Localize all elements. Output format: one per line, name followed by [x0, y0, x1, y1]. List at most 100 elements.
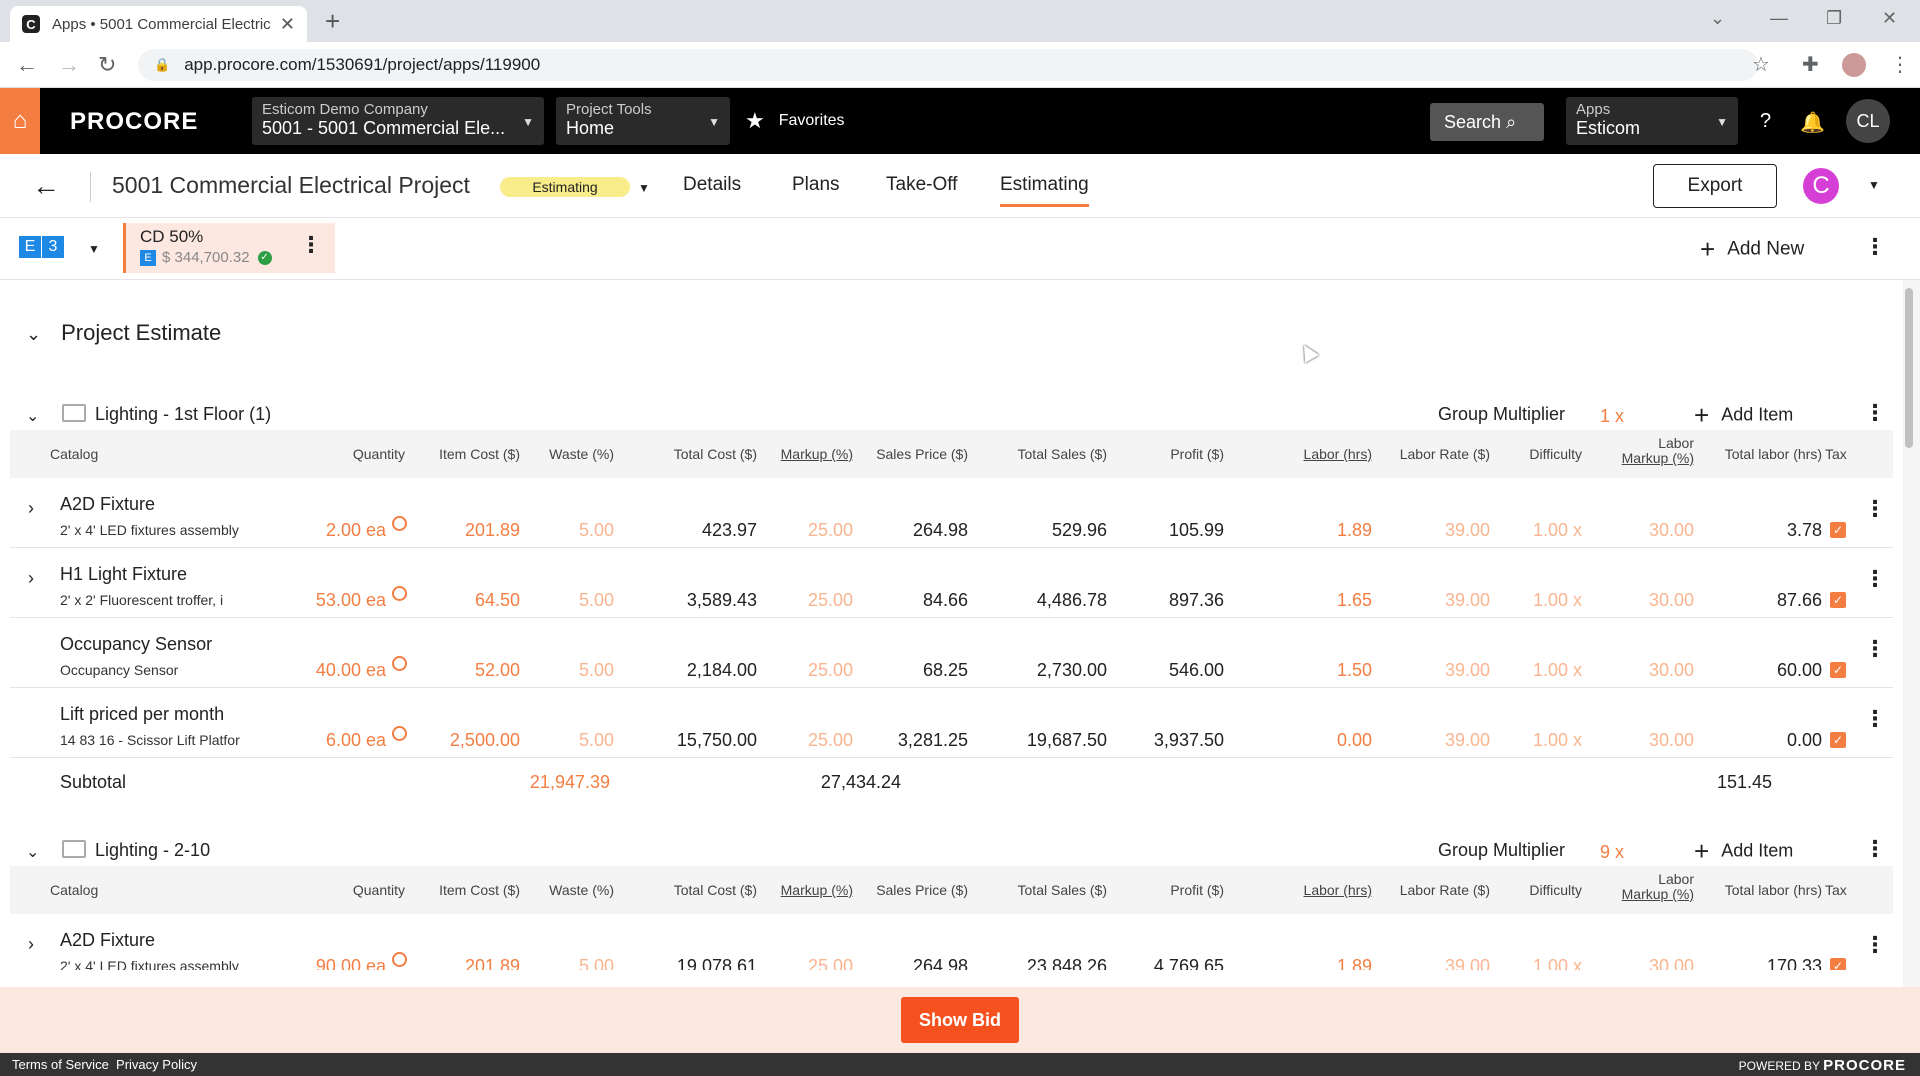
item-item-cost[interactable]: 64.50: [475, 590, 520, 611]
row-more-icon[interactable]: ⋮: [1864, 932, 1886, 958]
collapse-chevron-icon[interactable]: ⌄: [26, 842, 39, 862]
item-quantity[interactable]: 40.00 ea: [316, 656, 407, 681]
chevron-down-icon[interactable]: ▼: [1868, 178, 1880, 192]
export-button[interactable]: Export: [1653, 164, 1777, 208]
item-labor-markup[interactable]: 30.00: [1649, 660, 1694, 681]
takeoff-link-icon[interactable]: [392, 726, 407, 741]
extensions-icon[interactable]: ✚: [1802, 52, 1819, 77]
notifications-bell-icon[interactable]: 🔔: [1800, 110, 1825, 135]
item-difficulty[interactable]: 1.00 x: [1533, 520, 1582, 541]
item-markup[interactable]: 25.00: [808, 730, 853, 751]
back-nav-icon[interactable]: ←: [16, 52, 38, 78]
reload-icon[interactable]: ↻: [98, 52, 116, 78]
row-more-icon[interactable]: ⋮: [1864, 566, 1886, 592]
group-more-icon[interactable]: ⋮: [1864, 836, 1886, 862]
close-tab-icon[interactable]: ✕: [280, 14, 295, 35]
search-button[interactable]: Search ⌕: [1430, 103, 1544, 141]
restore-icon[interactable]: ❐: [1826, 8, 1842, 29]
item-waste[interactable]: 5.00: [579, 956, 614, 970]
item-labor[interactable]: 1.89: [1337, 956, 1372, 970]
item-difficulty[interactable]: 1.00 x: [1533, 956, 1582, 970]
item-labor-rate[interactable]: 39.00: [1445, 590, 1490, 611]
row-more-icon[interactable]: ⋮: [1864, 496, 1886, 522]
item-difficulty[interactable]: 1.00 x: [1533, 590, 1582, 611]
show-bid-button[interactable]: Show Bid: [901, 997, 1019, 1043]
group-more-icon[interactable]: ⋮: [1864, 400, 1886, 426]
item-item-cost[interactable]: 2,500.00: [450, 730, 520, 751]
app-logo-icon[interactable]: C: [1803, 168, 1839, 204]
profile-menu-icon[interactable]: ⌄: [1710, 8, 1725, 29]
item-waste[interactable]: 5.00: [579, 730, 614, 751]
back-arrow-icon[interactable]: ←: [32, 170, 60, 202]
chrome-menu-icon[interactable]: ⋮: [1890, 52, 1910, 77]
item-labor-rate[interactable]: 39.00: [1445, 956, 1490, 970]
expand-chevron-icon[interactable]: ›: [28, 934, 34, 955]
item-labor-markup[interactable]: 30.00: [1649, 590, 1694, 611]
toolbar-more-icon[interactable]: ⋮: [1864, 234, 1886, 260]
close-window-icon[interactable]: ✕: [1882, 8, 1897, 29]
item-labor[interactable]: 1.65: [1337, 590, 1372, 611]
item-waste[interactable]: 5.00: [579, 660, 614, 681]
status-chevron-down-icon[interactable]: ▼: [638, 181, 650, 195]
group-multiplier-value[interactable]: 1 x: [1600, 406, 1624, 427]
item-quantity[interactable]: 53.00 ea: [316, 586, 407, 611]
item-quantity[interactable]: 90.00 ea: [316, 952, 407, 970]
expand-chevron-icon[interactable]: ›: [28, 498, 34, 519]
table-row[interactable]: Lift priced per month 14 83 16 - Scissor …: [10, 688, 1893, 758]
item-labor-markup[interactable]: 30.00: [1649, 956, 1694, 970]
user-avatar[interactable]: CL: [1846, 99, 1890, 143]
table-row[interactable]: Occupancy Sensor Occupancy Sensor 40.00 ea…: [10, 618, 1893, 688]
row-more-icon[interactable]: ⋮: [1864, 636, 1886, 662]
item-difficulty[interactable]: 1.00 x: [1533, 730, 1582, 751]
chevron-down-icon[interactable]: ▼: [88, 242, 100, 256]
item-waste[interactable]: 5.00: [579, 520, 614, 541]
add-item-button[interactable]: + Add Item: [1694, 400, 1793, 431]
tax-checkbox[interactable]: ✓: [1830, 958, 1846, 970]
tab-take-off[interactable]: Take-Off: [886, 174, 957, 196]
item-item-cost[interactable]: 52.00: [475, 660, 520, 681]
item-labor-markup[interactable]: 30.00: [1649, 520, 1694, 541]
row-more-icon[interactable]: ⋮: [1864, 706, 1886, 732]
terms-link[interactable]: Terms of Service: [12, 1057, 109, 1072]
estimate-more-icon[interactable]: ⋮: [300, 232, 322, 258]
item-quantity[interactable]: 6.00 ea: [326, 726, 407, 751]
item-labor[interactable]: 0.00: [1337, 730, 1372, 751]
help-icon[interactable]: ?: [1760, 110, 1771, 133]
tax-checkbox[interactable]: ✓: [1830, 592, 1846, 608]
item-markup[interactable]: 25.00: [808, 660, 853, 681]
group-multiplier-value[interactable]: 9 x: [1600, 842, 1624, 863]
project-estimate-heading[interactable]: ⌄ Project Estimate: [26, 320, 221, 346]
takeoff-link-icon[interactable]: [392, 952, 407, 967]
item-labor[interactable]: 1.50: [1337, 660, 1372, 681]
new-tab-icon[interactable]: +: [325, 6, 340, 37]
item-labor-rate[interactable]: 39.00: [1445, 660, 1490, 681]
minimize-icon[interactable]: —: [1770, 8, 1788, 29]
add-new-button[interactable]: + Add New: [1700, 234, 1804, 265]
collapse-chevron-icon[interactable]: ⌄: [26, 406, 39, 426]
tax-checkbox[interactable]: ✓: [1830, 662, 1846, 678]
estimate-badge-count[interactable]: 3: [42, 236, 64, 258]
privacy-link[interactable]: Privacy Policy: [116, 1057, 197, 1072]
tax-checkbox[interactable]: ✓: [1830, 732, 1846, 748]
bookmark-star-icon[interactable]: ☆: [1752, 52, 1770, 77]
item-difficulty[interactable]: 1.00 x: [1533, 660, 1582, 681]
tab-plans[interactable]: Plans: [792, 174, 840, 196]
company-project-selector[interactable]: Esticom Demo Company 5001 - 5001 Commerc…: [252, 97, 544, 145]
url-field[interactable]: 🔒 app.procore.com/1530691/project/apps/1…: [138, 49, 1758, 81]
item-item-cost[interactable]: 201.89: [465, 520, 520, 541]
browser-tab[interactable]: C Apps • 5001 Commercial Electric ✕: [10, 6, 307, 42]
item-item-cost[interactable]: 201.89: [465, 956, 520, 970]
add-item-button[interactable]: + Add Item: [1694, 836, 1793, 867]
item-labor-rate[interactable]: 39.00: [1445, 520, 1490, 541]
tab-details[interactable]: Details: [683, 174, 741, 196]
table-row[interactable]: › A2D Fixture 2' x 4' LED fixtures assembl…: [10, 478, 1893, 548]
takeoff-link-icon[interactable]: [392, 586, 407, 601]
profile-icon[interactable]: [1842, 53, 1866, 77]
item-quantity[interactable]: 2.00 ea: [326, 516, 407, 541]
project-tools-selector[interactable]: Project Tools Home ▼: [556, 97, 730, 145]
scrollbar-thumb[interactable]: [1905, 288, 1913, 448]
forward-nav-icon[interactable]: →: [58, 52, 80, 78]
apps-selector[interactable]: Apps Esticom ▼: [1566, 97, 1738, 145]
item-markup[interactable]: 25.00: [808, 590, 853, 611]
expand-chevron-icon[interactable]: ›: [28, 568, 34, 589]
